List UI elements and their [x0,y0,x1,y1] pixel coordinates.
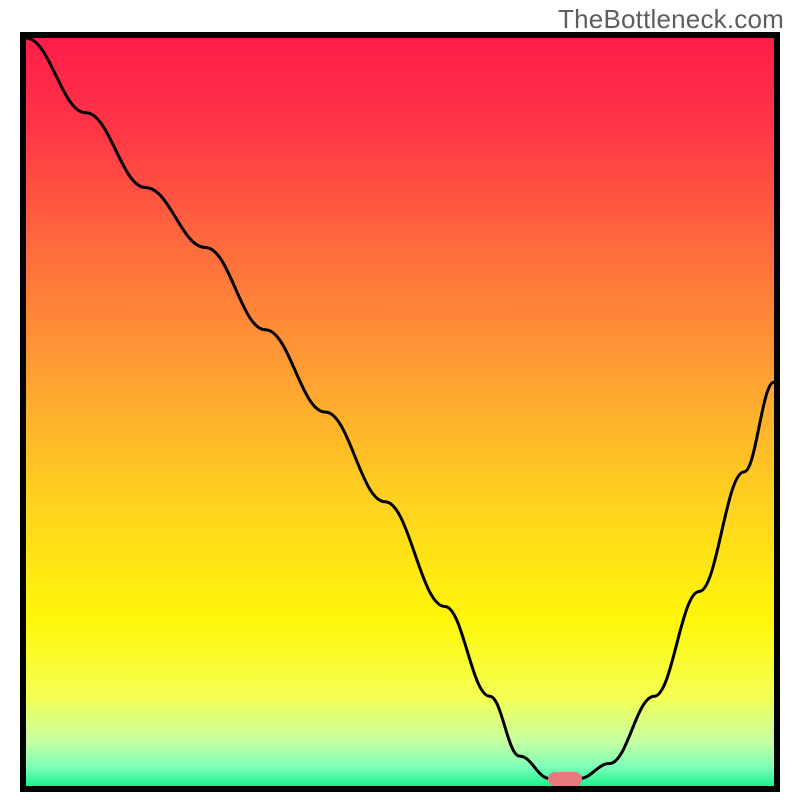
chart-frame: TheBottleneck.com [0,0,800,800]
bottleneck-curve [26,38,774,786]
plot-area [20,32,780,792]
watermark-text: TheBottleneck.com [558,4,784,35]
optimal-marker [548,772,582,786]
